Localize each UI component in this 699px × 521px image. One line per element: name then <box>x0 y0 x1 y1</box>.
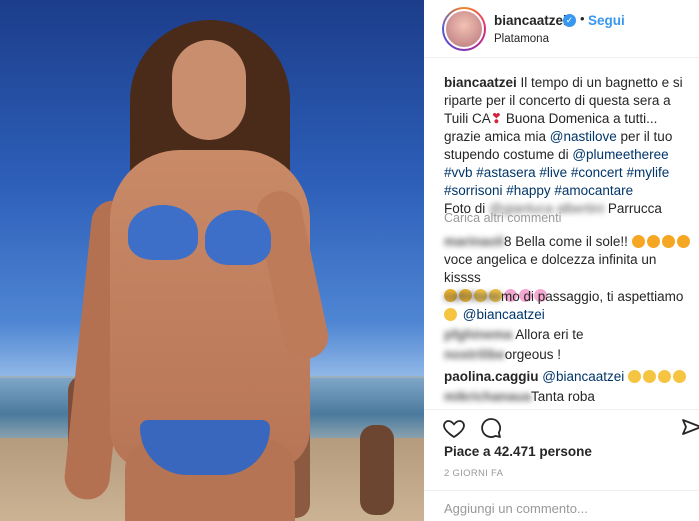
comment: nostrilibeorgeous ! <box>444 346 696 364</box>
bikini-top <box>128 205 198 260</box>
comment: mikrichanauaTanta roba <box>444 388 696 406</box>
comment-username[interactable]: marinaoli <box>444 234 504 249</box>
comment: pfghinema Allora eri te <box>444 326 696 344</box>
emoji-icon <box>676 235 690 248</box>
mention-link[interactable]: @nastilove <box>550 129 617 144</box>
comment-username[interactable]: nostrilibe <box>444 347 505 362</box>
hashtag-link[interactable]: #astasera <box>476 165 535 180</box>
header-username[interactable]: biancaatzei <box>494 13 567 28</box>
caption-username[interactable]: biancaatzei <box>444 75 517 90</box>
comment-username[interactable]: cafritomi <box>444 289 501 304</box>
follow-button[interactable]: Segui <box>588 13 625 28</box>
emoji-icon <box>661 235 675 248</box>
post-caption: biancaatzei Il tempo di un bagnetto e si… <box>444 74 696 218</box>
comment-username[interactable]: pfghinema <box>444 327 512 342</box>
likes-count[interactable]: Piace a 42.471 persone <box>444 444 592 459</box>
comment-username[interactable]: mikrichanaua <box>444 389 531 404</box>
hashtag-link[interactable]: #mylife <box>626 165 669 180</box>
comment-text: voce angelica e dolcezza infinita un kis… <box>444 252 657 285</box>
smiley-icon <box>628 370 642 383</box>
mention-link[interactable]: @biancaatzei <box>463 307 545 322</box>
heart-emoji: ❣ <box>490 111 503 126</box>
subject-face <box>172 40 246 140</box>
comment-input[interactable] <box>444 501 674 516</box>
comment-username[interactable]: paolina.caggiu <box>444 369 539 384</box>
hashtag-link[interactable]: #concert <box>571 165 623 180</box>
hashtag-link[interactable]: #live <box>539 165 567 180</box>
sunglasses-emoji-icon <box>444 308 457 321</box>
smiley-icon <box>643 370 657 383</box>
comment-text: 8 Bella come il sole!! <box>504 234 628 249</box>
comment-text: orgeous ! <box>504 347 562 362</box>
verified-badge-icon: ✓ <box>563 14 576 27</box>
bikini-top <box>205 210 271 265</box>
comment: paolina.caggiu @biancaatzei <box>444 368 696 386</box>
emoji-icon <box>646 235 660 248</box>
mention-link[interactable]: @plumeetheree <box>572 147 668 162</box>
hashtag-link[interactable]: #happy <box>506 183 550 198</box>
hashtag-link[interactable]: #amocantare <box>554 183 633 198</box>
post-photo[interactable] <box>0 0 424 521</box>
share-icon[interactable] <box>680 416 699 440</box>
post-timestamp[interactable]: 2 GIORNI FA <box>444 468 503 479</box>
separator-dot: • <box>580 11 585 26</box>
post-details-panel: biancaatzei ✓ • Segui Platamona biancaat… <box>424 0 699 521</box>
comment-text: Allora eri te <box>515 327 584 342</box>
add-comment-bar <box>424 490 699 521</box>
comment-text: Tanta roba <box>531 389 595 404</box>
location-link[interactable]: Platamona <box>494 33 549 45</box>
avatar[interactable] <box>444 9 484 49</box>
mention-link[interactable]: @biancaatzei <box>542 369 624 384</box>
smiley-icon <box>658 370 672 383</box>
smiley-icon <box>673 370 687 383</box>
emoji-icon <box>631 235 645 248</box>
heart-icon[interactable] <box>442 416 466 440</box>
comment: cafritomimo di passaggio, ti aspettiamo … <box>444 288 696 324</box>
background-person <box>360 425 394 515</box>
speech-bubble-icon[interactable] <box>479 416 503 440</box>
action-bar <box>424 409 699 445</box>
post-header: biancaatzei ✓ • Segui Platamona <box>424 0 699 58</box>
hashtag-link[interactable]: #sorrisoni <box>444 183 503 198</box>
hashtag-link[interactable]: #vvb <box>444 165 473 180</box>
photo-credit-suffix: Parrucca <box>607 201 662 216</box>
comment-text: mo di passaggio, ti aspettiamo <box>501 289 684 304</box>
load-more-comments-button[interactable]: Carica altri commenti <box>444 211 561 225</box>
